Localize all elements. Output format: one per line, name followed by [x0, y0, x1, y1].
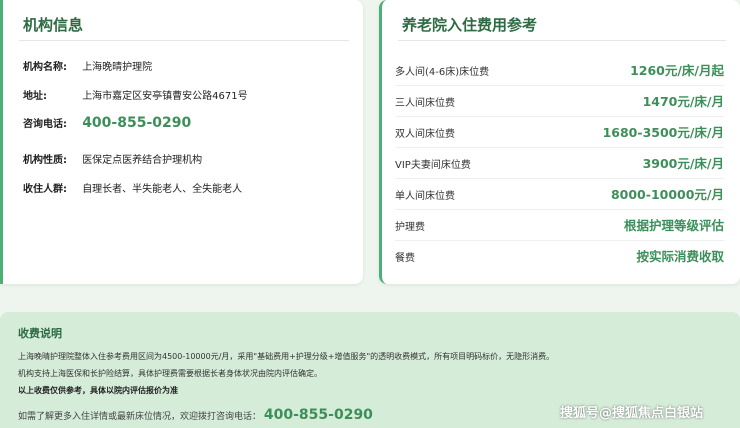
- fee-label: 三人间床位费: [395, 98, 455, 109]
- contact-line: 如需了解更多入住详情或最新床位情况，欢迎拨打咨询电话： 400-855-0290: [18, 407, 373, 423]
- fee-value: 按实际消费收取: [636, 249, 724, 264]
- contact-phone-link[interactable]: 400-855-0290: [264, 407, 373, 423]
- info-row-type: 机构性质: 医保定点医养结合护理机构: [23, 151, 202, 166]
- notes-line: 上海晚晴护理院整体入住参考费用区间为4500-10000元/月，采用"基础费用+…: [18, 352, 555, 361]
- fee-label: 多人间(4-6床)床位费: [395, 67, 490, 78]
- info-row-phone: 咨询电话: 400-855-0290: [23, 115, 191, 131]
- watermark: 搜狐号@搜狐焦点白银站: [560, 406, 704, 421]
- info-label: 咨询电话:: [23, 119, 67, 130]
- info-value: 医保定点医养结合护理机构: [82, 155, 203, 166]
- fee-label: 餐费: [395, 253, 415, 264]
- fee-row: 单人间床位费 8000-10000元/月: [395, 179, 724, 210]
- info-row-name: 机构名称: 上海晚晴护理院: [23, 58, 152, 73]
- fee-value: 根据护理等级评估: [623, 218, 724, 233]
- fee-card-title: 养老院入住费用参考: [402, 16, 538, 34]
- contact-prefix: 如需了解更多入住详情或最新床位情况，欢迎拨打咨询电话：: [18, 412, 262, 422]
- notes-line: 机构支持上海医保和长护险结算，具体护理费需要根据长者身体状况由院内评估确定。: [18, 369, 322, 378]
- fee-label: VIP夫妻间床位费: [395, 160, 471, 171]
- fee-row: 双人间床位费 1680-3500元/床/月: [395, 117, 724, 148]
- divider: [398, 40, 726, 41]
- phone-number-link[interactable]: 400-855-0290: [82, 115, 191, 131]
- info-value: 上海市嘉定区安亭镇曹安公路4671号: [82, 91, 248, 102]
- fee-value: 1260元/床/月起: [630, 63, 724, 78]
- fee-label: 双人间床位费: [395, 129, 455, 140]
- fee-row: 多人间(4-6床)床位费 1260元/床/月起: [395, 55, 724, 86]
- fee-row: 餐费 按实际消费收取: [395, 241, 724, 271]
- info-row-residents: 收住人群: 自理长者、半失能老人、全失能老人: [23, 180, 242, 195]
- info-label: 地址:: [23, 91, 47, 102]
- fee-reference-card: 养老院入住费用参考 多人间(4-6床)床位费 1260元/床/月起 三人间床位费…: [379, 0, 740, 284]
- fee-value: 3900元/床/月: [642, 156, 724, 171]
- fee-value: 1680-3500元/床/月: [602, 125, 724, 140]
- info-label: 机构名称:: [23, 62, 67, 73]
- info-label: 机构性质:: [23, 155, 67, 166]
- notes-disclaimer: 以上收费仅供参考，具体以院内评估报价为准: [18, 386, 178, 395]
- fee-row: 护理费 根据护理等级评估: [395, 210, 724, 241]
- info-row-address: 地址: 上海市嘉定区安亭镇曹安公路4671号: [23, 87, 248, 102]
- fee-row: VIP夫妻间床位费 3900元/床/月: [395, 148, 724, 179]
- info-value: 上海晚晴护理院: [82, 62, 153, 73]
- fee-value: 8000-10000元/月: [610, 187, 724, 202]
- fee-label: 单人间床位费: [395, 191, 455, 202]
- fee-label: 护理费: [395, 222, 425, 233]
- divider: [19, 40, 349, 41]
- info-label: 收住人群:: [23, 184, 67, 195]
- notes-title: 收费说明: [18, 327, 62, 340]
- institution-info-card: 机构信息 机构名称: 上海晚晴护理院 地址: 上海市嘉定区安亭镇曹安公路4671…: [0, 0, 363, 284]
- info-card-title: 机构信息: [23, 16, 84, 34]
- fee-row: 三人间床位费 1470元/床/月: [395, 86, 724, 117]
- info-value: 自理长者、半失能老人、全失能老人: [82, 184, 243, 195]
- fee-value: 1470元/床/月: [642, 94, 724, 109]
